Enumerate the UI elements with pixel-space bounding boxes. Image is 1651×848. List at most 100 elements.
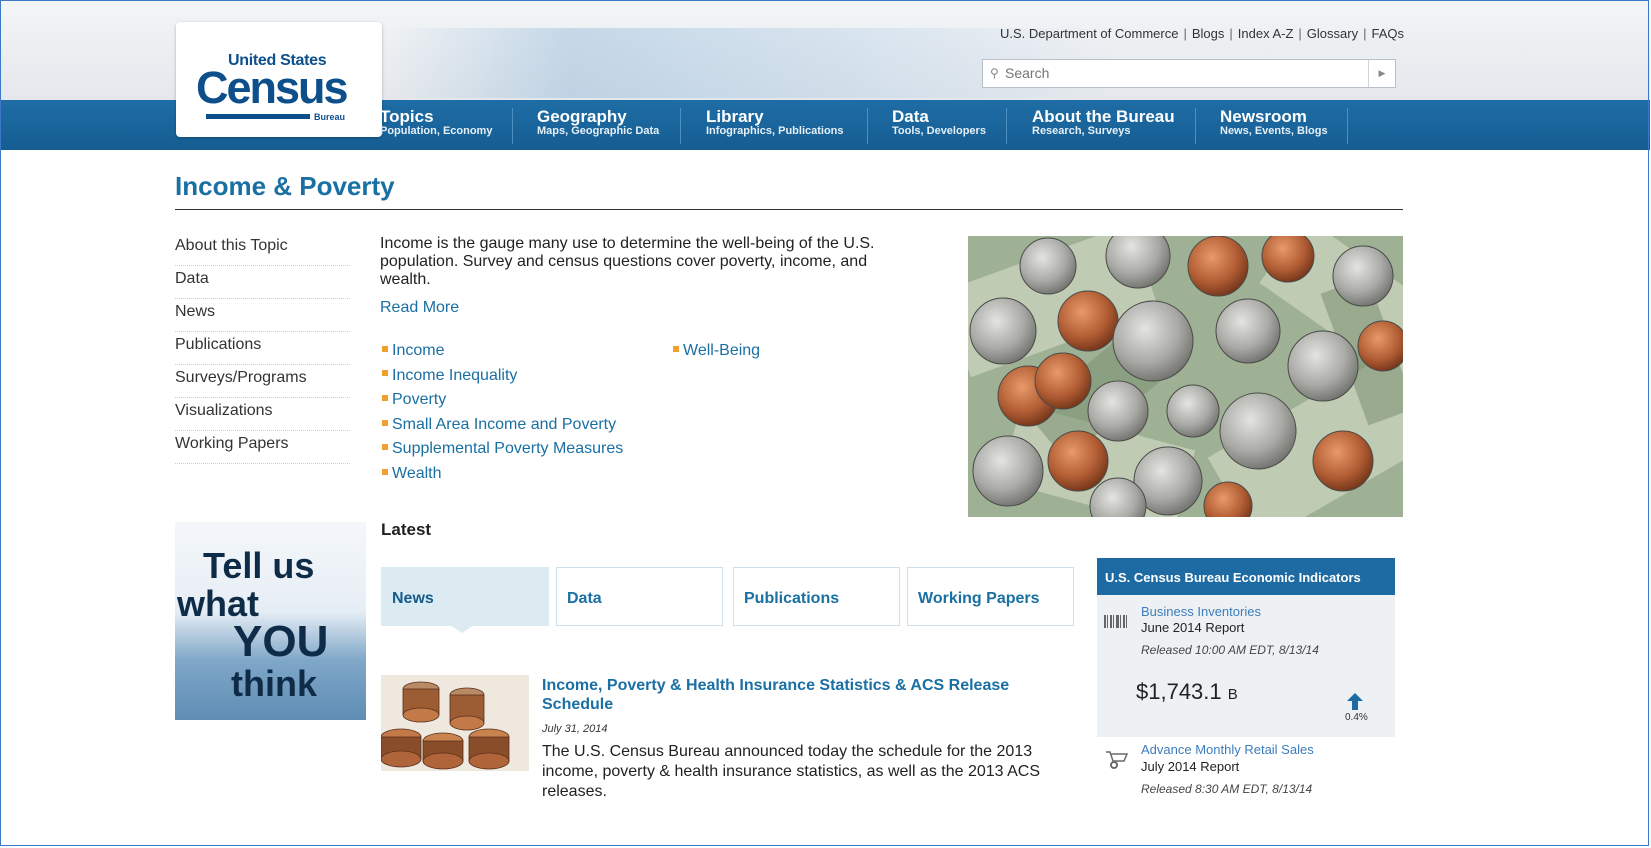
nav-geography-subtitle: Maps, Geographic Data	[537, 125, 660, 137]
bullet-icon	[382, 444, 388, 451]
logo-underline	[206, 114, 310, 119]
nav-data-subtitle: Tools, Developers	[892, 125, 986, 137]
indicator-release-time: Released 8:30 AM EDT, 8/13/14	[1141, 782, 1313, 796]
indicator-change-percent: 0.4%	[1345, 712, 1368, 723]
indicator-unit: B	[1227, 686, 1238, 703]
subtopic-label: Supplemental Poverty Measures	[392, 440, 624, 458]
sidebar-item-visualizations[interactable]: Visualizations	[175, 398, 350, 431]
coins-photo	[968, 236, 1403, 517]
read-more-link[interactable]: Read More	[380, 299, 459, 317]
nav-newsroom[interactable]: Newsroom News, Events, Blogs	[1220, 108, 1328, 138]
tab-working-papers[interactable]: Working Papers	[907, 567, 1074, 626]
indicator-report-period: June 2014 Report	[1141, 620, 1245, 635]
nav-divider	[1006, 108, 1007, 144]
subtopic-list-2: Well-Being	[673, 341, 760, 366]
nav-topics[interactable]: Topics Population, Economy	[380, 108, 492, 138]
bullet-icon	[382, 419, 388, 426]
indicator-business-inventories-link[interactable]: Business Inventories	[1141, 604, 1261, 619]
news-headline[interactable]: Income, Poverty & Health Insurance Stati…	[542, 676, 1062, 714]
nav-library-title: Library	[706, 107, 764, 126]
nav-about-subtitle: Research, Surveys	[1032, 125, 1131, 137]
title-divider	[175, 209, 1403, 210]
nav-library[interactable]: Library Infographics, Publications	[706, 108, 844, 138]
logo-bureau: Bureau	[314, 112, 346, 122]
link-dept-commerce[interactable]: U.S. Department of Commerce	[1000, 26, 1178, 41]
nav-data-title: Data	[892, 107, 929, 126]
tab-active-pointer	[450, 625, 474, 633]
nav-data[interactable]: Data Tools, Developers	[892, 108, 986, 138]
sidebar-item-data[interactable]: Data	[175, 266, 350, 299]
news-thumbnail[interactable]	[381, 675, 529, 771]
economic-indicators-header: U.S. Census Bureau Economic Indicators	[1097, 558, 1395, 595]
barcode-icon	[1104, 615, 1127, 628]
nav-library-subtitle: Infographics, Publications	[706, 125, 844, 137]
link-blogs[interactable]: Blogs	[1192, 26, 1225, 41]
sidebar-item-surveys[interactable]: Surveys/Programs	[175, 365, 350, 398]
nav-divider	[1347, 108, 1348, 144]
shopping-cart-icon	[1106, 751, 1129, 769]
bullet-icon	[673, 345, 679, 352]
search-icon: ⚲	[990, 66, 999, 80]
subtopic-label: Income	[392, 342, 445, 359]
promo-line-1: Tell us	[203, 545, 315, 586]
topic-intro: Income is the gauge many use to determin…	[380, 235, 875, 288]
sidebar-item-working-papers[interactable]: Working Papers	[175, 431, 350, 464]
subtopic-poverty[interactable]: Poverty	[382, 390, 623, 415]
sidebar-item-news[interactable]: News	[175, 299, 350, 332]
indicator-release-time: Released 10:00 AM EDT, 8/13/14	[1141, 643, 1319, 657]
nav-newsroom-title: Newsroom	[1220, 107, 1307, 126]
search-input[interactable]	[1003, 64, 1367, 82]
news-summary: The U.S. Census Bureau announced today t…	[542, 743, 1041, 800]
nav-about-title: About the Bureau	[1032, 107, 1175, 126]
indicator-amount: $1,743.1	[1136, 679, 1222, 704]
nav-divider	[867, 108, 868, 144]
sidebar-item-publications[interactable]: Publications	[175, 332, 350, 365]
nav-divider	[1195, 108, 1196, 144]
subtopic-label: Poverty	[392, 391, 447, 409]
link-faqs[interactable]: FAQs	[1371, 26, 1404, 41]
sidebar-item-about[interactable]: About this Topic	[175, 233, 350, 266]
nav-geography[interactable]: Geography Maps, Geographic Data	[537, 108, 659, 138]
page-title: Income & Poverty	[175, 171, 395, 201]
promo-line-3: YOU	[233, 617, 329, 666]
latest-heading: Latest	[381, 520, 432, 539]
tab-data[interactable]: Data	[556, 567, 723, 626]
link-glossary[interactable]: Glossary	[1307, 26, 1358, 41]
indicator-retail-sales-link[interactable]: Advance Monthly Retail Sales	[1141, 742, 1314, 757]
search-box: ⚲ ▶	[982, 59, 1396, 88]
bullet-icon	[382, 394, 388, 401]
tab-news[interactable]: News	[381, 567, 549, 626]
feedback-promo-banner[interactable]: Tell us what YOU think	[175, 522, 366, 720]
subtopic-well-being[interactable]: Well-Being	[673, 341, 760, 366]
indicator-value: $1,743.1 B	[1136, 679, 1238, 705]
nav-topics-subtitle: Population, Economy	[380, 125, 493, 137]
subtopic-saipe[interactable]: Small Area Income and Poverty	[382, 415, 623, 440]
nav-divider	[680, 108, 681, 144]
nav-geography-title: Geography	[537, 107, 627, 126]
utility-links: U.S. Department of Commerce | Blogs | Index …	[1000, 26, 1404, 41]
subtopic-wealth[interactable]: Wealth	[382, 464, 623, 489]
nav-newsroom-subtitle: News, Events, Blogs	[1220, 125, 1328, 137]
subtopic-income-inequality[interactable]: Income Inequality	[382, 366, 623, 391]
bullet-icon	[382, 370, 388, 377]
news-date: July 31, 2014	[542, 723, 608, 735]
promo-line-4: think	[231, 663, 317, 704]
bullet-icon	[382, 345, 388, 352]
subtopic-label: Wealth	[392, 464, 442, 482]
subtopic-spm[interactable]: Supplemental Poverty Measures	[382, 439, 623, 464]
indicator-report-period: July 2014 Report	[1141, 759, 1240, 774]
logo-census: Census	[196, 62, 349, 113]
search-go-button[interactable]: ▶	[1368, 60, 1395, 87]
link-index-a-z[interactable]: Index A-Z	[1238, 26, 1294, 41]
topic-sidebar: About this Topic Data News Publications …	[175, 233, 350, 464]
bullet-icon	[382, 468, 388, 475]
subtopic-list: Income Income Inequality Poverty Small A…	[382, 341, 623, 489]
subtopic-label: Well-Being	[683, 342, 761, 359]
nav-about-bureau[interactable]: About the Bureau Research, Surveys	[1032, 108, 1175, 138]
subtopic-label: Income Inequality	[392, 366, 518, 384]
subtopic-label: Small Area Income and Poverty	[392, 415, 617, 433]
subtopic-income[interactable]: Income	[382, 341, 623, 366]
tab-publications[interactable]: Publications	[733, 567, 900, 626]
nav-topics-title: Topics	[380, 107, 434, 126]
arrow-up-icon	[1347, 693, 1363, 710]
